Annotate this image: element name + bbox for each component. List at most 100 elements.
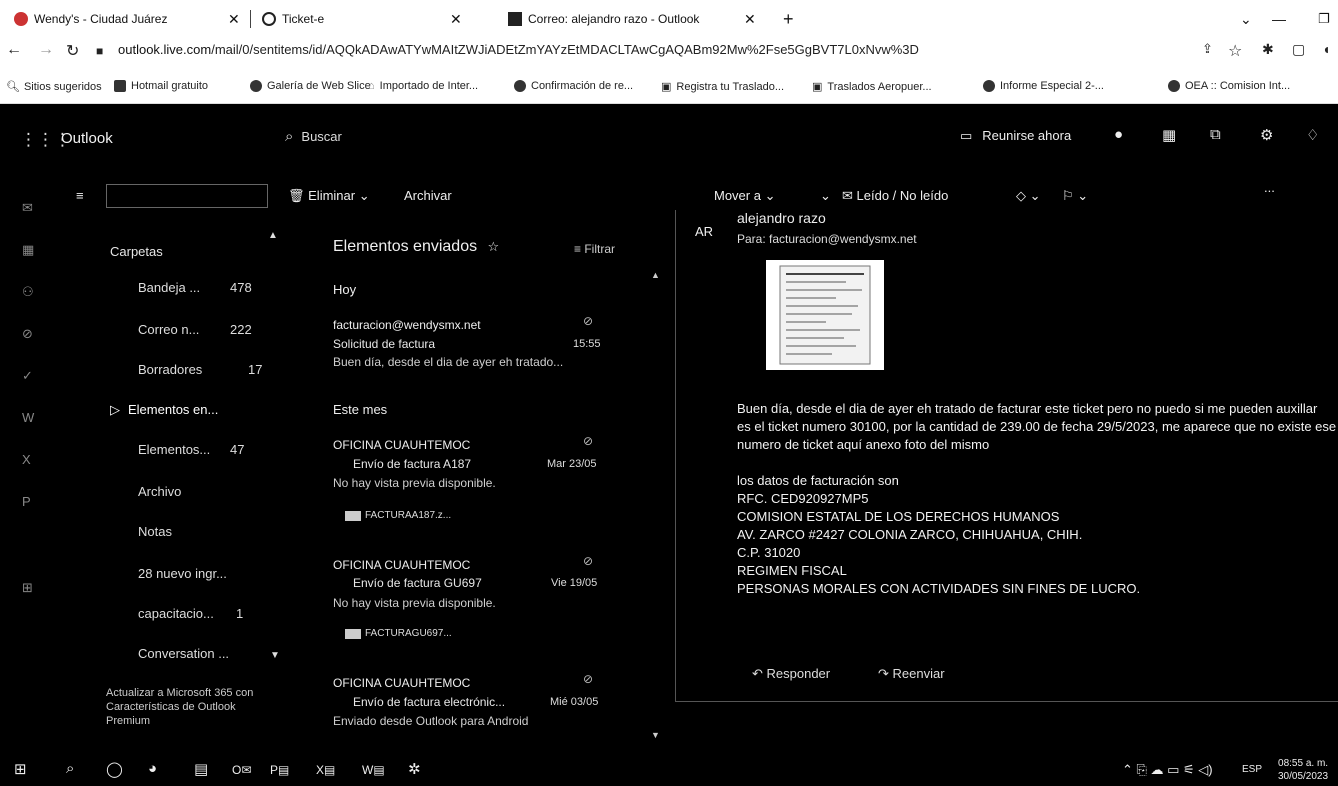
bookmark-confirmacion[interactable]: Confirmación de re... (514, 80, 633, 92)
share-icon[interactable]: ⇪ (1202, 41, 1213, 57)
star-icon[interactable]: ☆ (488, 239, 500, 254)
extensions-icon[interactable]: ✱ (1262, 41, 1274, 58)
message-subject: Envío de factura A187 (353, 457, 472, 471)
restore-icon[interactable]: ❐ (1318, 8, 1330, 30)
folder-notes[interactable]: Notas (138, 524, 172, 539)
address-bar[interactable]: outlook.live.com/mail/0/sentitems/id/AQQ… (118, 42, 919, 57)
search-box[interactable]: ⌕ Buscar (285, 128, 342, 145)
hamburger-icon[interactable]: ≡ (76, 188, 84, 203)
filter-button[interactable]: ≡ Filtrar (574, 242, 615, 256)
reply-button[interactable]: ↶ Responder (752, 666, 830, 682)
scroll-up-icon[interactable]: ▲ (651, 270, 660, 280)
archive-button[interactable]: Archivar (404, 188, 452, 203)
hotmail-icon (114, 80, 126, 92)
close-tab-icon[interactable]: ✕ (450, 11, 462, 28)
people-icon[interactable]: ⚇ (22, 284, 34, 300)
upgrade-link[interactable]: Actualizar a Microsoft 365 con Caracterí… (106, 686, 256, 728)
bookmark-importado[interactable]: ⌂ Importado de Inter... (368, 80, 478, 92)
folder-conversation[interactable]: Conversation ... (138, 646, 229, 661)
office-icon[interactable]: ▦ (1162, 126, 1176, 144)
settings-gear-icon[interactable]: ⚙ (1260, 126, 1273, 144)
bookmark-informe[interactable]: Informe Especial 2-... (983, 80, 1104, 92)
clock[interactable]: 08:55 a. m. 30/05/2023 (1278, 757, 1328, 783)
calendar-icon[interactable]: ▦ (22, 242, 34, 258)
powerpoint-icon[interactable]: P (22, 494, 31, 509)
search-input[interactable]: Buscar (301, 129, 341, 144)
more-apps-icon[interactable]: ⊞ (22, 580, 33, 596)
back-arrow-icon[interactable]: ← (6, 41, 22, 59)
outlook-taskbar-icon[interactable]: O✉ (232, 763, 251, 777)
read-unread-button[interactable]: ✉︎ Leído / No leído (842, 188, 948, 204)
scroll-down-icon[interactable]: ▼ (270, 650, 280, 661)
skype-icon[interactable]: ● (1114, 126, 1123, 143)
folder-deleted[interactable]: Elementos... 47 (138, 442, 244, 457)
zip-file-icon (345, 510, 361, 521)
sender-avatar[interactable]: AR (695, 224, 713, 239)
cortana-icon[interactable]: ◯ (106, 760, 123, 778)
forward-arrow-icon[interactable]: → (38, 41, 54, 59)
excel-icon[interactable]: X (22, 452, 31, 467)
new-message-button[interactable] (106, 184, 268, 208)
tips-icon[interactable]: ♢ (1306, 126, 1319, 144)
sidebar-icon[interactable]: ▢ (1292, 41, 1305, 58)
bookmark-oea[interactable]: OEA :: Comision Int... (1168, 80, 1290, 92)
tag-icon[interactable]: ◇ ⌄ (1016, 188, 1041, 204)
search-icon[interactable]: ⌕ (66, 760, 74, 777)
close-tab-icon[interactable]: ✕ (228, 11, 240, 28)
folder-sent-items[interactable]: ▷ Elementos en... (110, 402, 218, 418)
ticket-photo-thumbnail[interactable] (766, 260, 884, 370)
folder-capacitacion[interactable]: capacitacio... 1 (138, 606, 243, 621)
meet-now-button[interactable]: ▭ Reunirse ahora (960, 128, 1071, 144)
browser-tab-active[interactable]: Correo: alejandro razo - Outlook ✕ (508, 8, 756, 30)
settings-taskbar-icon[interactable]: ✲ (408, 760, 421, 778)
reload-icon[interactable]: ↻ (66, 41, 79, 61)
chevron-down-icon[interactable]: ⌄ (1240, 8, 1252, 30)
folder-inbox[interactable]: Bandeja ... 478 (138, 280, 252, 295)
folder-count: 478 (230, 280, 252, 295)
outlook-brand[interactable]: Outlook (61, 130, 113, 147)
folder-28-nuevo[interactable]: 28 nuevo ingr... (138, 566, 227, 581)
browser-tab[interactable]: Ticket-e ✕ (262, 8, 462, 30)
flag-icon[interactable]: ⚐ ⌄ (1062, 188, 1088, 204)
more-actions-button[interactable]: ... (1264, 180, 1275, 195)
chrome-icon[interactable]: ◕ (148, 760, 157, 777)
new-tab-button[interactable]: + (783, 8, 794, 30)
attach-icon[interactable]: ⊘ (22, 326, 33, 342)
powerpoint-taskbar-icon[interactable]: P▤ (270, 763, 289, 777)
move-to-button[interactable]: Mover a ⌄ (714, 188, 775, 204)
star-icon[interactable]: ☆ (1228, 41, 1242, 61)
word-taskbar-icon[interactable]: W▤ (362, 763, 385, 777)
excel-taskbar-icon[interactable]: X▤ (316, 763, 335, 777)
group-header-this-month: Este mes (333, 402, 388, 417)
bookmark-hotmail[interactable]: Hotmail gratuito (114, 80, 208, 92)
folder-archive[interactable]: Archivo (138, 484, 181, 499)
minimize-icon[interactable]: — (1272, 8, 1286, 30)
folder-drafts[interactable]: Borradores 17 (138, 362, 262, 377)
browser-tab[interactable]: Wendy's - Ciudad Juárez ✕ (14, 8, 240, 30)
bookmark-sitios-sugeridos[interactable]: 🔍︎ Sitios sugeridos (6, 80, 102, 94)
bookmark-traslados[interactable]: ▣ Traslados Aeropuer... (812, 80, 932, 94)
chevron-down-icon[interactable]: ⌄ (820, 188, 831, 204)
delete-button[interactable]: 🗑︎ Eliminar ⌄ (288, 188, 370, 204)
system-tray-icons[interactable]: ⌃ ⎘ ☁ ▭ ⚟ ◁) (1122, 762, 1213, 778)
language-indicator[interactable]: ESP (1242, 764, 1262, 775)
windows-start-icon[interactable]: ⊞ (14, 760, 27, 778)
word-icon[interactable]: W (22, 410, 34, 425)
forward-button[interactable]: ↷ Reenviar (878, 666, 945, 682)
file-explorer-icon[interactable]: ▤ (194, 760, 208, 778)
scroll-down-icon[interactable]: ▼ (651, 730, 660, 740)
my-day-icon[interactable]: ⧉ (1210, 126, 1221, 143)
folder-junk[interactable]: Correo n... 222 (138, 322, 252, 337)
bookmark-galeria[interactable]: Galería de Web Slice (250, 80, 371, 92)
bookmark-label: Importado de Inter... (379, 80, 479, 92)
todo-icon[interactable]: ✓ (22, 368, 33, 384)
close-tab-icon[interactable]: ✕ (744, 11, 756, 28)
attachment-chip[interactable]: FACTURAA187.z... (345, 510, 451, 521)
collapse-folders-icon[interactable]: ▲ (268, 230, 278, 241)
message-date: Mié 03/05 (550, 696, 599, 708)
bookmark-registra[interactable]: ▣ Registra tu Traslado... (661, 80, 784, 94)
profile-icon[interactable]: ◖ (1322, 41, 1330, 57)
attachment-chip[interactable]: FACTURAGU697... (345, 628, 452, 639)
sender-name[interactable]: alejandro razo (737, 210, 826, 226)
folders-title[interactable]: Carpetas (110, 244, 163, 259)
